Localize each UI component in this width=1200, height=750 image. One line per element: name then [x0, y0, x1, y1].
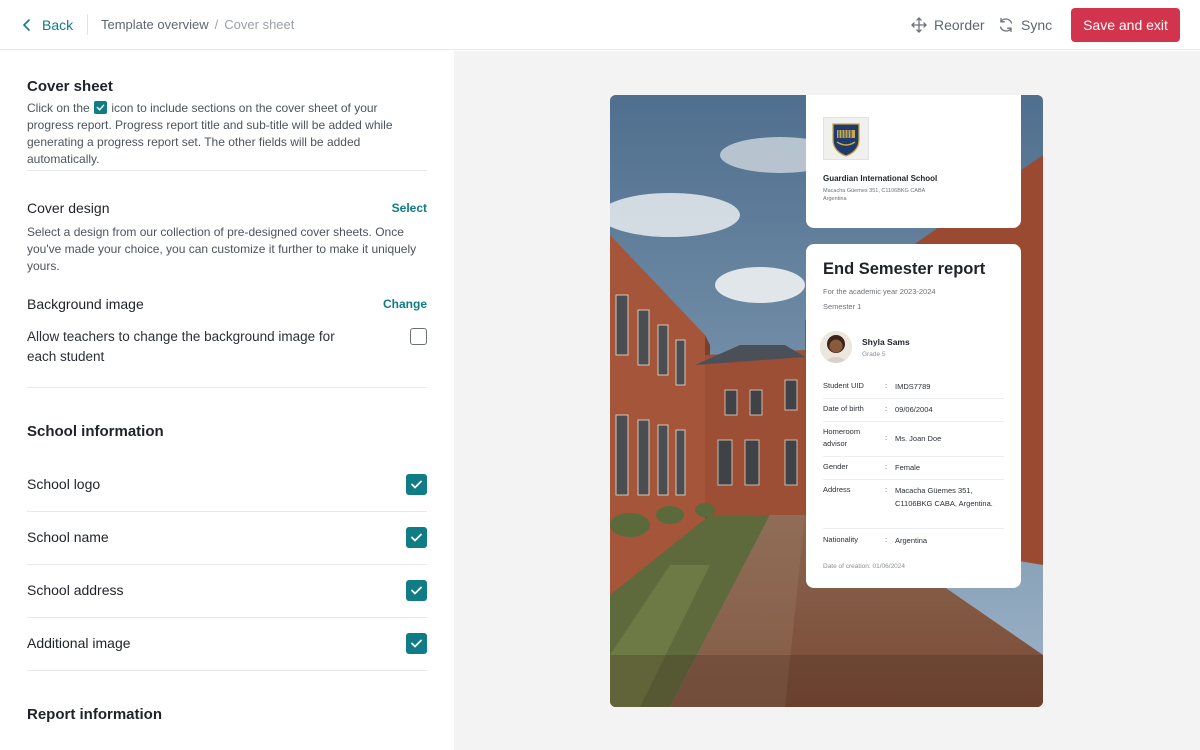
cover-sheet-intro: Click on the icon to include sections on… — [27, 100, 427, 168]
semester: Semester 1 — [823, 302, 862, 311]
check-icon — [411, 586, 422, 595]
academic-year: For the academic year 2023-2024 — [823, 287, 936, 296]
field-separator: : — [885, 535, 888, 544]
additional-image-row: Additional image — [27, 618, 427, 671]
breadcrumb-template-overview[interactable]: Template overview — [101, 17, 209, 32]
sync-icon — [999, 17, 1013, 33]
preview-panel: Guardian International School Macacha Gü… — [454, 51, 1200, 750]
background-image-title: Background image — [27, 296, 144, 312]
field-row: Nationality : Argentina — [823, 534, 1004, 550]
additional-image-checkbox[interactable] — [406, 633, 427, 654]
settings-panel: Cover sheet Click on the icon to include… — [0, 51, 454, 750]
student-name: Shyla Sams — [862, 337, 910, 347]
additional-image-label: Additional image — [27, 635, 131, 651]
school-address-label: School address — [27, 582, 124, 598]
checkbox-icon — [94, 101, 108, 114]
school-logo-checkbox[interactable] — [406, 474, 427, 495]
check-icon — [411, 639, 422, 648]
header-divider — [87, 14, 88, 35]
field-separator: : — [885, 485, 888, 494]
school-name: Guardian International School — [823, 174, 938, 183]
field-row: Gender : Female — [823, 461, 1004, 480]
student-avatar — [820, 331, 852, 363]
reorder-button[interactable]: Reorder — [911, 14, 985, 36]
field-separator: : — [885, 433, 888, 442]
cover-sheet-preview: Guardian International School Macacha Gü… — [610, 95, 1043, 707]
field-key: Date of birth — [823, 404, 864, 413]
field-value: Ms. Joan Doe — [895, 434, 942, 443]
field-separator: : — [885, 381, 888, 390]
sync-label: Sync — [1021, 17, 1053, 33]
student-photo — [820, 331, 852, 363]
breadcrumb-separator: / — [214, 17, 219, 32]
breadcrumb: Template overview / Cover sheet — [101, 17, 294, 32]
field-value: IMDS7789 — [895, 382, 931, 391]
school-name-checkbox[interactable] — [406, 527, 427, 548]
student-grade: Grade 5 — [862, 351, 886, 358]
field-key: Address — [823, 485, 851, 494]
school-address-line-1: Macacha Güemes 351, C1106BKG CABA — [823, 188, 926, 194]
move-icon — [911, 17, 927, 33]
change-background-link[interactable]: Change — [383, 297, 427, 311]
field-key: Student UID — [823, 381, 864, 390]
school-info-card: Guardian International School Macacha Gü… — [806, 95, 1021, 228]
back-label: Back — [42, 17, 74, 33]
field-value: 09/06/2004 — [895, 405, 933, 414]
back-button[interactable]: Back — [22, 14, 73, 36]
report-information-title: Report information — [27, 706, 162, 723]
cover-design-description: Select a design from our collection of p… — [27, 225, 417, 273]
sync-button[interactable]: Sync — [998, 14, 1052, 36]
chevron-left-icon — [22, 19, 30, 31]
field-key: Gender — [823, 462, 849, 471]
field-value: Macacha Güemes 351, C1106BKG CABA, Argen… — [895, 486, 993, 508]
allow-background-change-label: Allow teachers to change the background … — [27, 329, 335, 364]
select-cover-design-link[interactable]: Select — [392, 201, 427, 215]
report-info-card: End Semester report For the academic yea… — [806, 244, 1021, 588]
field-row: Address : Macacha Güemes 351, C1106BKG C… — [823, 484, 1004, 529]
field-value: Female — [895, 463, 921, 472]
top-bar: Back Template overview / Cover sheet Reo… — [0, 0, 1200, 50]
field-key: Nationality — [823, 535, 859, 544]
school-logo-row: School logo — [27, 459, 427, 512]
school-information-title: School information — [27, 423, 164, 440]
allow-background-change-checkbox[interactable] — [410, 328, 427, 345]
breadcrumb-cover-sheet: Cover sheet — [224, 17, 295, 32]
field-separator: : — [885, 462, 888, 471]
field-value: Argentina — [895, 536, 928, 545]
field-row: Date of birth : 09/06/2004 — [823, 403, 1004, 422]
school-logo-label: School logo — [27, 476, 101, 492]
field-key: Homeroom advisor — [823, 427, 861, 448]
intro-text-start: Click on the — [27, 101, 90, 115]
report-title: End Semester report — [823, 260, 986, 278]
check-icon — [411, 480, 422, 489]
school-name-label: School name — [27, 529, 109, 545]
field-separator: : — [885, 404, 888, 413]
school-address: Macacha Güemes 351, C1106BKG CABA Argent… — [823, 187, 963, 203]
divider — [27, 170, 427, 171]
school-address-checkbox[interactable] — [406, 580, 427, 601]
school-address-line-2: Argentina — [823, 196, 847, 202]
check-icon — [411, 533, 422, 542]
school-crest-icon — [832, 123, 860, 157]
school-address-row: School address — [27, 565, 427, 618]
divider — [27, 387, 427, 388]
field-row: Student UID : IMDS7789 — [823, 380, 1004, 399]
cover-sheet-title: Cover sheet — [27, 78, 113, 95]
cover-design-title: Cover design — [27, 200, 110, 216]
date-of-creation: Date of creation: 01/06/2024 — [823, 563, 906, 570]
reorder-label: Reorder — [934, 17, 985, 33]
school-logo — [823, 117, 869, 160]
save-and-exit-button[interactable]: Save and exit — [1071, 8, 1180, 42]
school-name-row: School name — [27, 512, 427, 565]
field-row: Homeroom advisor : Ms. Joan Doe — [823, 426, 1004, 457]
